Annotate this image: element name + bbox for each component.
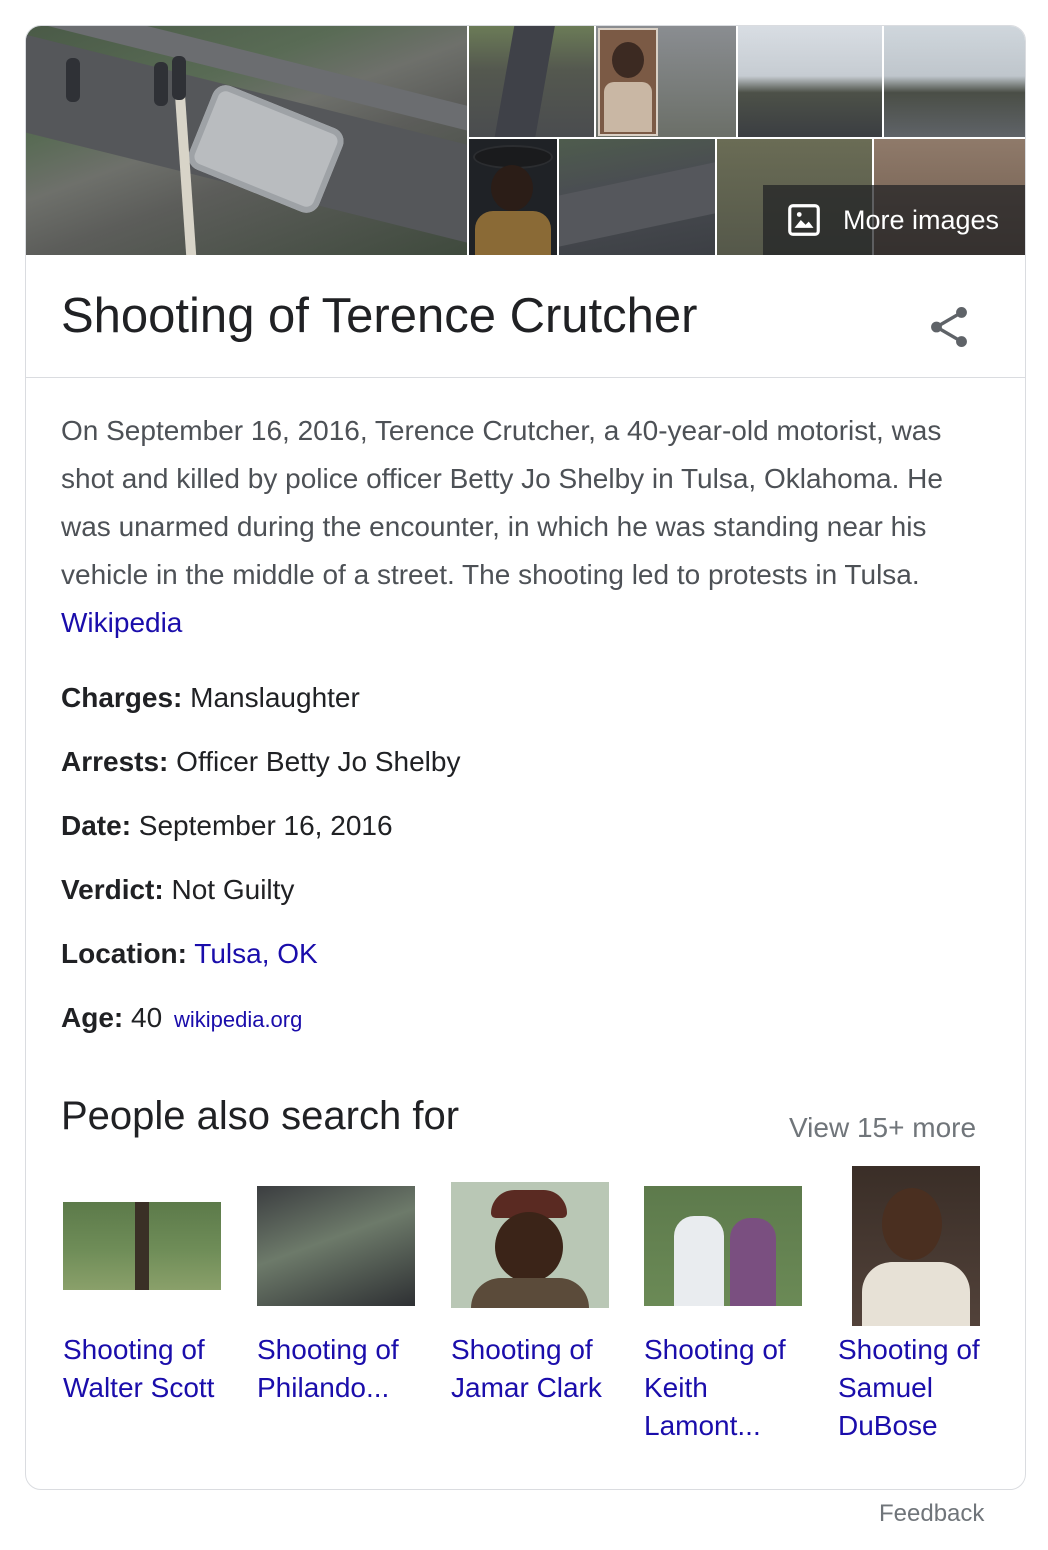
wikipedia-link[interactable]: Wikipedia <box>61 607 182 638</box>
image-icon <box>788 204 820 236</box>
mosaic-image[interactable] <box>469 139 557 255</box>
facts-list: Charges: Manslaughter Arrests: Officer B… <box>61 678 991 1062</box>
mosaic-image[interactable] <box>559 139 715 255</box>
pasf-thumbnail <box>644 1186 802 1306</box>
fact-date: Date: September 16, 2016 <box>61 806 991 870</box>
more-images-label: More images <box>843 204 1000 235</box>
fact-location: Location: Tulsa, OK <box>61 934 991 998</box>
mosaic-image[interactable] <box>469 26 594 137</box>
fact-value: September 16, 2016 <box>138 810 393 841</box>
knowledge-panel: More images Shooting of Terence Crutcher… <box>25 25 1026 1490</box>
fact-label: Age: <box>61 1002 124 1033</box>
share-button[interactable] <box>924 302 974 352</box>
people-also-search-title: People also search for <box>61 1094 460 1138</box>
pasf-thumbnail <box>257 1186 415 1306</box>
divider <box>26 377 1025 378</box>
fact-verdict: Verdict: Not Guilty <box>61 870 991 934</box>
mosaic-image[interactable] <box>884 26 1025 137</box>
pasf-thumbnail <box>852 1166 980 1326</box>
pasf-thumbnail <box>451 1182 609 1308</box>
fact-age: Age: 40 wikipedia.org <box>61 998 991 1062</box>
location-link[interactable]: Tulsa, OK <box>194 938 317 969</box>
fact-value: 40 <box>131 1002 163 1033</box>
mosaic-image-main[interactable] <box>26 26 467 255</box>
image-mosaic[interactable]: More images <box>26 26 1025 255</box>
fact-label: Verdict: <box>61 874 164 905</box>
pasf-label: Shooting of Walter Scott <box>63 1334 215 1403</box>
pasf-label: Shooting of Philando... <box>257 1334 399 1403</box>
mosaic-image[interactable] <box>596 26 736 137</box>
feedback-link[interactable]: Feedback <box>879 1500 984 1528</box>
view-more-link[interactable]: View 15+ more <box>789 1112 976 1144</box>
fact-value: Manslaughter <box>190 682 360 713</box>
more-images-button[interactable]: More images <box>763 185 1025 255</box>
fact-label: Charges: <box>61 682 183 713</box>
entity-description: On September 16, 2016, Terence Crutcher,… <box>61 407 991 647</box>
fact-value: Not Guilty <box>171 874 295 905</box>
pasf-label: Shooting of Keith Lamont... <box>644 1334 786 1441</box>
fact-arrests: Arrests: Officer Betty Jo Shelby <box>61 742 991 806</box>
description-text: On September 16, 2016, Terence Crutcher,… <box>61 415 943 590</box>
fact-label: Date: <box>61 810 132 841</box>
fact-label: Arrests: <box>61 746 169 777</box>
share-icon <box>931 307 967 347</box>
pasf-thumbnail <box>63 1202 221 1290</box>
pasf-label: Shooting of Jamar Clark <box>451 1334 602 1403</box>
fact-charges: Charges: Manslaughter <box>61 678 991 742</box>
pasf-label: Shooting of Samuel DuBose <box>838 1334 980 1441</box>
entity-title: Shooting of Terence Crutcher <box>61 289 698 343</box>
mosaic-image[interactable] <box>738 26 882 137</box>
fact-label: Location: <box>61 938 187 969</box>
fact-value: Officer Betty Jo Shelby <box>176 746 461 777</box>
source-link[interactable]: wikipedia.org <box>174 1007 302 1032</box>
